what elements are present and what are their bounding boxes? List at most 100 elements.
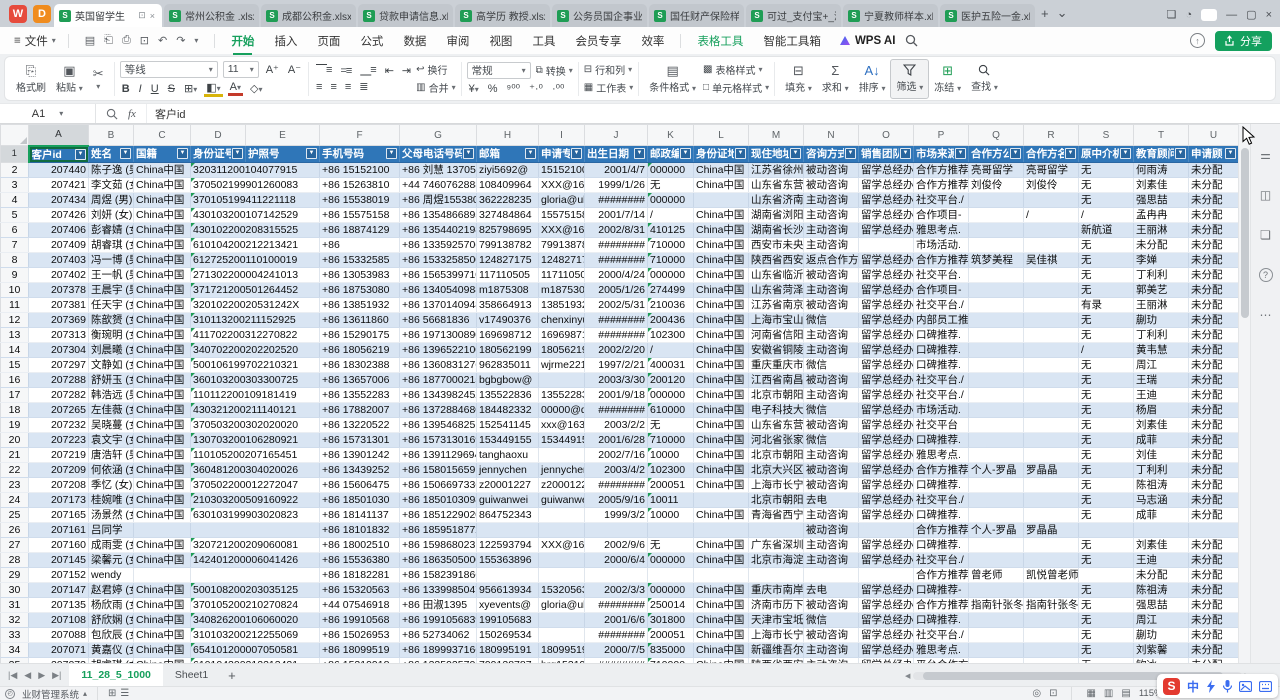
cell[interactable]: 无	[1079, 387, 1134, 402]
cell[interactable]: +86 13220522	[320, 417, 400, 432]
cell[interactable]	[539, 627, 585, 642]
cell[interactable]: 207434	[29, 192, 89, 207]
cell[interactable]: 留学总经办	[859, 582, 914, 597]
cell[interactable]: 陈祖涛	[1134, 582, 1189, 597]
cell[interactable]	[539, 552, 585, 567]
cell[interactable]	[1024, 372, 1079, 387]
cell[interactable]: 陈歆赟 (女	[89, 312, 134, 327]
cell[interactable]: 留学总经办	[859, 492, 914, 507]
cell[interactable]: China中国	[134, 597, 191, 612]
cell[interactable]: China中国	[134, 357, 191, 372]
cell[interactable]: 000000	[648, 162, 694, 177]
cell[interactable]: 340826200106060020	[191, 612, 320, 627]
cell[interactable]: 200051	[648, 627, 694, 642]
cell[interactable]: 630103199903020823	[191, 507, 320, 522]
cell[interactable]: 安徽省铜陵	[749, 342, 804, 357]
cell[interactable]: 207378	[29, 282, 89, 297]
row-header-17[interactable]: 17	[1, 387, 29, 402]
row-header-29[interactable]: 29	[1, 567, 29, 582]
cell[interactable]: 上海市长宁	[749, 477, 804, 492]
cell[interactable]: 赵君婷 (女	[89, 582, 134, 597]
filter-dropdown-icon[interactable]: ▼	[306, 148, 317, 159]
cell[interactable]: 340702200202202520	[191, 342, 320, 357]
search-icon[interactable]	[905, 34, 918, 47]
menu-item-效率[interactable]: 效率	[631, 31, 674, 51]
column-header-C[interactable]: C	[134, 125, 191, 146]
cell[interactable]: China中国	[134, 477, 191, 492]
cell[interactable]: XXX@163.	[539, 222, 585, 237]
cell[interactable]: 135522836	[539, 387, 585, 402]
cell[interactable]: 410125	[648, 222, 694, 237]
ime-mic-icon[interactable]	[1223, 680, 1232, 693]
cell[interactable]: 季忆 (女)	[89, 477, 134, 492]
cell[interactable]: 王迪	[1134, 552, 1189, 567]
row-header-26[interactable]: 26	[1, 522, 29, 537]
table-header-cell[interactable]: 合作方名▼	[1024, 146, 1079, 163]
cell[interactable]: +86 13552283	[320, 387, 400, 402]
filter-dropdown-icon[interactable]: ▼	[845, 148, 856, 159]
system-menu[interactable]: 业财管理系统	[22, 687, 79, 700]
cell[interactable]	[969, 477, 1024, 492]
formula-input[interactable]: 客户id	[147, 106, 194, 122]
cell[interactable]: +86 周煜155380	[400, 192, 477, 207]
cell[interactable]: 刘紫馨	[1134, 642, 1189, 657]
cell[interactable]: 吕同学	[89, 522, 134, 537]
cell[interactable]: 微信	[804, 432, 859, 447]
cell[interactable]: China中国	[694, 612, 749, 627]
cell[interactable]: 被动咨询	[804, 162, 859, 177]
cell[interactable]: 汤景然 (女	[89, 507, 134, 522]
cell[interactable]	[539, 567, 585, 582]
row-header-7[interactable]: 7	[1, 237, 29, 252]
cell[interactable]: 未分配	[1189, 432, 1239, 447]
cell[interactable]: 未分配	[1189, 372, 1239, 387]
row-header-6[interactable]: 6	[1, 222, 29, 237]
last-sheet-icon[interactable]: ▶|	[52, 670, 61, 681]
sheet-tab-11_28_5_1000[interactable]: 11_28_5_1000	[69, 664, 163, 686]
cell[interactable]: 无	[1079, 312, 1134, 327]
cell[interactable]: +86 1850103098	[400, 492, 477, 507]
column-header-L[interactable]: L	[694, 125, 749, 146]
table-header-cell[interactable]: 身份证号▼	[191, 146, 246, 163]
cell[interactable]: 10000	[648, 447, 694, 462]
menu-item-数据[interactable]: 数据	[393, 31, 436, 51]
cell[interactable]: 122593794	[477, 537, 539, 552]
cell[interactable]: +86 52734062	[400, 627, 477, 642]
cell[interactable]	[969, 282, 1024, 297]
cell[interactable]: 新航道	[1079, 222, 1134, 237]
cell[interactable]: 被动咨询	[804, 462, 859, 477]
share-button[interactable]: 分享	[1215, 31, 1272, 51]
cell[interactable]: 无	[1079, 432, 1134, 447]
cell[interactable]: 无	[1079, 192, 1134, 207]
cell[interactable]: 000000	[648, 192, 694, 207]
cell[interactable]: 210036	[648, 297, 694, 312]
cell[interactable]: China中国	[134, 612, 191, 627]
row-header-16[interactable]: 16	[1, 372, 29, 387]
cell[interactable]: China中国	[134, 312, 191, 327]
cell[interactable]	[969, 267, 1024, 282]
filter-dropdown-icon[interactable]: ▼	[1010, 148, 1021, 159]
cell[interactable]: 654101200007050581	[191, 642, 320, 657]
cell-style-button[interactable]: □ 单元格样式▾	[703, 80, 769, 95]
cell[interactable]: 310113200211152925	[191, 312, 320, 327]
row-header-19[interactable]: 19	[1, 417, 29, 432]
cell[interactable]: China中国	[134, 207, 191, 222]
cell[interactable]: 口碑推荐.	[914, 357, 969, 372]
row-header-18[interactable]: 18	[1, 402, 29, 417]
cell[interactable]: 北京大兴区	[749, 462, 804, 477]
cell[interactable]: 000000	[648, 267, 694, 282]
cell[interactable]: 500108200203035125	[191, 582, 320, 597]
cell[interactable]: +86 18141137	[320, 507, 400, 522]
cell[interactable]: +86 1533258500	[400, 252, 477, 267]
cell[interactable]: 合作项目-	[914, 207, 969, 222]
cell[interactable]: 207403	[29, 252, 89, 267]
cell[interactable]: 未分配	[1189, 402, 1239, 417]
cell[interactable]	[648, 522, 694, 537]
cell[interactable]	[969, 642, 1024, 657]
cell[interactable]: +86 1372884680	[400, 402, 477, 417]
cell[interactable]: 207165	[29, 507, 89, 522]
cell[interactable]: 黄嘉仪 (女	[89, 642, 134, 657]
cell[interactable]: 1997/2/21	[585, 357, 648, 372]
cell[interactable]: 未分配	[1189, 282, 1239, 297]
cell[interactable]	[694, 522, 749, 537]
cell[interactable]	[969, 387, 1024, 402]
